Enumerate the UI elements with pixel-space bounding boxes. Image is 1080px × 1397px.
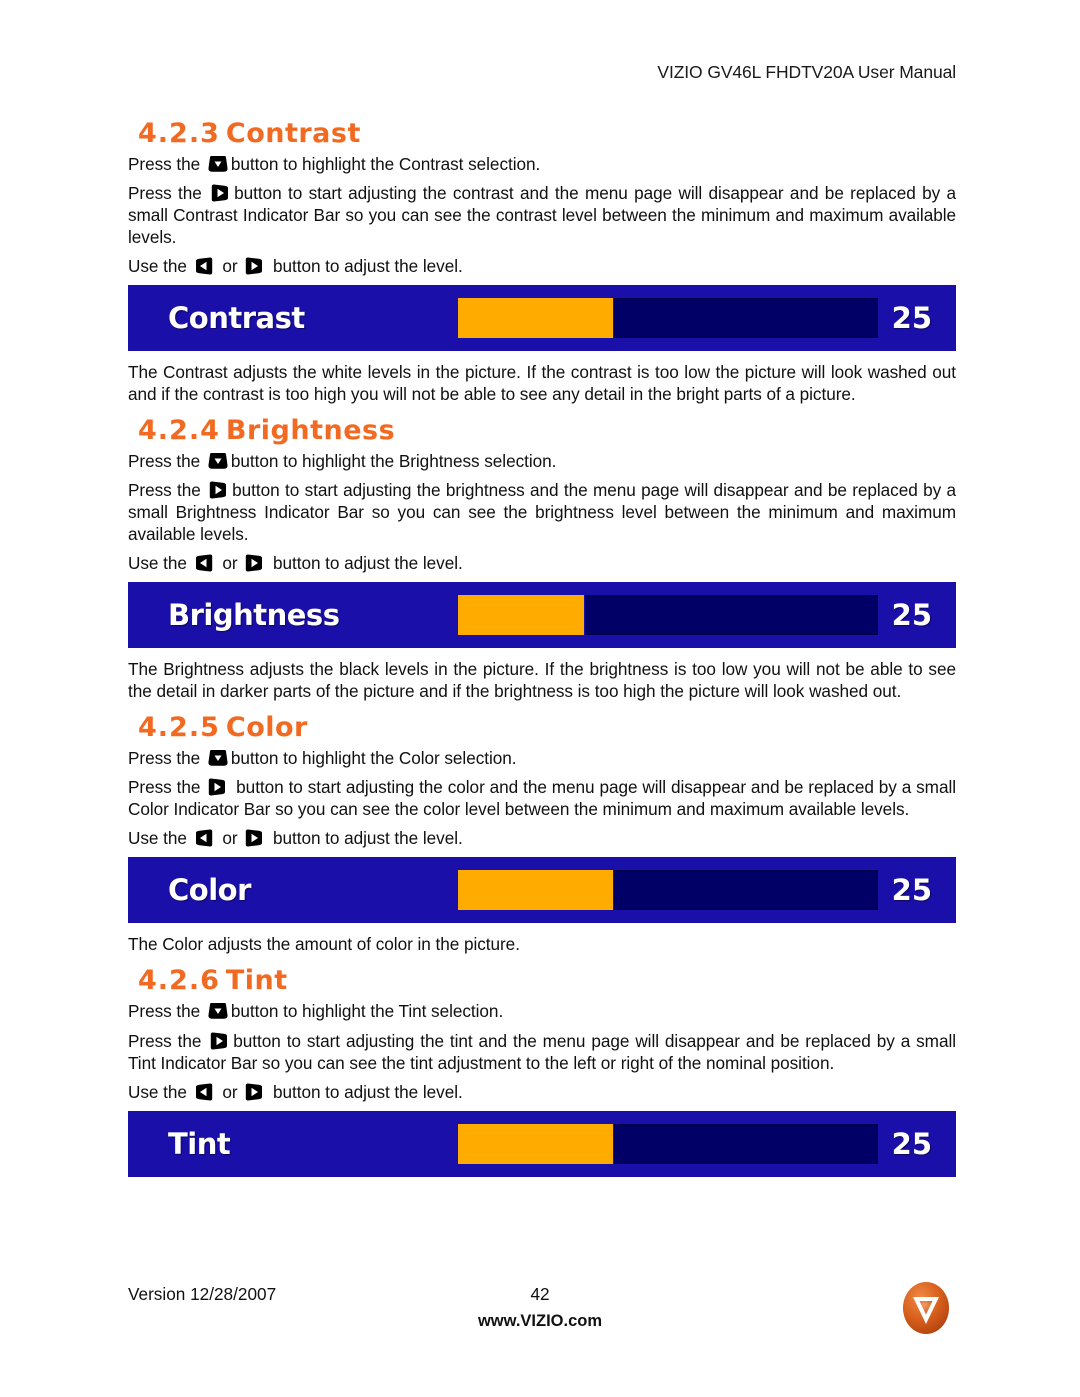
osd-indicator-bar: Color 25 — [128, 857, 956, 924]
section-number: 4.2.5 — [138, 712, 220, 744]
osd-label: Contrast — [168, 301, 305, 336]
paragraph-text: button to highlight the Brightness selec… — [230, 451, 557, 472]
section-title: Contrast — [225, 118, 361, 149]
down-arrow-button-icon — [207, 154, 229, 174]
osd-label: Tint — [168, 1126, 231, 1161]
osd-slider-fill — [458, 1123, 615, 1164]
section-title: Brightness — [225, 415, 396, 447]
left-arrow-button-icon — [194, 1082, 216, 1102]
paragraph-text: Press the — [128, 777, 206, 798]
osd-value: 25 — [891, 598, 932, 633]
down-arrow-button-icon — [207, 1001, 229, 1021]
paragraph-text: button to adjust the level. — [268, 553, 463, 574]
page-footer: Version 12/28/2007 42 www.VIZIO.com — [0, 1280, 1080, 1390]
left-arrow-button-icon — [194, 256, 216, 276]
osd-indicator-bar: Brightness 25 — [128, 582, 956, 649]
vizio-logo — [900, 1280, 952, 1336]
right-arrow-button-icon — [207, 777, 229, 797]
osd-value: 25 — [891, 301, 932, 336]
right-arrow-button-icon — [244, 1082, 266, 1102]
osd-value: 25 — [891, 873, 932, 908]
paragraph-text: button to adjust the level. — [268, 828, 463, 849]
paragraph-text: Use the — [128, 1081, 192, 1102]
right-arrow-button-icon — [209, 1031, 231, 1051]
instruction-paragraph: Use the or button to adjust the level. — [128, 255, 956, 277]
paragraph-text: Use the — [128, 553, 192, 574]
section-number: 4.2.4 — [138, 415, 220, 447]
paragraph-text: Press the — [128, 1030, 208, 1051]
paragraph-text: Press the — [128, 154, 205, 175]
instruction-paragraph: Press the button to highlight the Contra… — [128, 153, 956, 175]
paragraph-text: button to adjust the level. — [268, 1081, 463, 1102]
section-title: Tint — [225, 965, 288, 997]
paragraph-text: button to highlight the Color selection. — [230, 748, 517, 769]
left-arrow-button-icon — [194, 828, 216, 848]
paragraph-text: Press the — [128, 748, 205, 769]
paragraph-text: button to start adjusting the contrast a… — [128, 183, 956, 248]
paragraph-text: button to start adjusting the color and … — [128, 777, 956, 820]
document-content: 4.2.3 Contrast Press the button to highlig… — [128, 118, 956, 1187]
osd-slider-fill — [458, 870, 615, 911]
osd-label: Color — [168, 873, 251, 908]
instruction-paragraph: Press the button to start adjusting the … — [128, 776, 956, 820]
section-heading: 4.2.5 Color — [138, 712, 956, 743]
osd-slider-track[interactable] — [458, 870, 878, 911]
paragraph-text: or — [217, 1081, 243, 1102]
document-header: VIZIO GV46L FHDTV20A User Manual — [657, 62, 956, 82]
right-arrow-button-icon — [244, 828, 266, 848]
section-description: The Color adjusts the amount of color in… — [128, 934, 520, 955]
document-page: VIZIO GV46L FHDTV20A User Manual 4.2.3 Co… — [0, 0, 1080, 1397]
down-arrow-button-icon — [207, 451, 229, 471]
section-heading: 4.2.4 Brightness — [138, 415, 956, 446]
instruction-paragraph: Press the button to start adjusting the … — [128, 479, 956, 545]
paragraph-text: Press the — [128, 183, 209, 204]
instruction-paragraph: Press the button to highlight the Tint s… — [128, 1000, 956, 1022]
instruction-paragraph: Use the or button to adjust the level. — [128, 827, 956, 849]
osd-slider-track[interactable] — [458, 1123, 878, 1164]
instruction-paragraph: Use the or button to adjust the level. — [128, 552, 956, 574]
instruction-paragraph: Press the button to start adjusting the … — [128, 182, 956, 248]
section-number: 4.2.3 — [138, 118, 220, 149]
section-title: Color — [225, 712, 308, 744]
osd-value: 25 — [891, 1126, 932, 1161]
osd-slider-track[interactable] — [458, 595, 878, 636]
right-arrow-button-icon — [208, 480, 230, 500]
section-heading: 4.2.3 Contrast — [138, 118, 956, 149]
paragraph-text: Press the — [128, 451, 205, 472]
paragraph-text: button to highlight the Contrast selecti… — [230, 154, 541, 175]
paragraph-text: or — [217, 256, 243, 277]
paragraph-text: button to start adjusting the brightness… — [128, 480, 956, 545]
paragraph-text: button to highlight the Tint selection. — [230, 1001, 504, 1022]
right-arrow-button-icon — [210, 183, 232, 203]
section-description: The Contrast adjusts the white levels in… — [128, 362, 956, 405]
paragraph-text: Use the — [128, 256, 192, 277]
instruction-paragraph: Use the or button to adjust the level. — [128, 1081, 956, 1103]
osd-slider-fill — [458, 298, 615, 339]
right-arrow-button-icon — [244, 256, 266, 276]
osd-slider-track[interactable] — [458, 298, 878, 339]
section-description: The Brightness adjusts the black levels … — [128, 659, 956, 702]
paragraph-text: button to adjust the level. — [268, 256, 463, 277]
down-arrow-button-icon — [207, 748, 229, 768]
instruction-paragraph: Press the button to highlight the Bright… — [128, 450, 956, 472]
paragraph-text: Press the — [128, 480, 207, 501]
paragraph-text: or — [217, 553, 243, 574]
paragraph-text: Use the — [128, 828, 192, 849]
section-number: 4.2.6 — [138, 965, 220, 997]
osd-indicator-bar: Contrast 25 — [128, 285, 956, 352]
right-arrow-button-icon — [244, 553, 266, 573]
instruction-paragraph: Press the button to highlight the Color … — [128, 747, 956, 769]
section-heading: 4.2.6 Tint — [138, 965, 956, 996]
osd-indicator-bar: Tint 25 — [128, 1110, 956, 1177]
osd-slider-fill — [458, 595, 585, 636]
paragraph-text: or — [217, 828, 243, 849]
paragraph-text: Press the — [128, 1001, 205, 1022]
osd-label: Brightness — [168, 598, 340, 633]
paragraph-text: button to start adjusting the tint and t… — [128, 1030, 956, 1073]
left-arrow-button-icon — [194, 553, 216, 573]
instruction-paragraph: Press the button to start adjusting the … — [128, 1030, 956, 1074]
